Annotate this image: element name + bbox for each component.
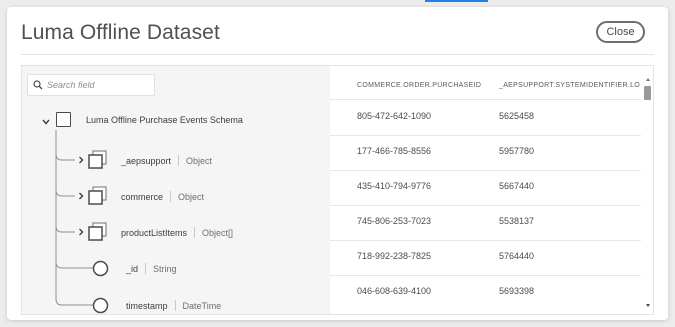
table-row: 435-410-794-9776 5667440	[330, 170, 641, 206]
close-button[interactable]: Close	[596, 21, 645, 43]
scroll-down-arrow-icon[interactable]	[646, 304, 650, 307]
field-name: commerce	[121, 191, 164, 202]
field-type: String	[153, 263, 177, 274]
table-row: 046-608-639-4100 5693398	[330, 275, 641, 310]
field-name: productListItems	[121, 227, 188, 238]
field-separator	[194, 227, 196, 238]
data-preview-table: COMMERCE.ORDER.PURCHASEID _AEPSUPPORT.SY…	[330, 66, 653, 314]
table-row: 177-466-785-8556 5957780	[330, 135, 641, 171]
field-type: Object	[186, 155, 213, 166]
field-type: Object	[178, 191, 205, 202]
chevron-down-icon[interactable]	[42, 118, 50, 126]
chevron-right-icon[interactable]	[78, 192, 84, 200]
field-name: _aepsupport	[121, 155, 172, 166]
field-name: timestamp	[126, 300, 168, 311]
systemidentifier-cell: 5764440	[499, 251, 535, 261]
table-row: 718-992-238-7825 5764440	[330, 240, 641, 276]
object-field-icon[interactable]	[88, 222, 107, 241]
primitive-field-icon[interactable]	[92, 260, 109, 277]
systemidentifier-cell: 5957780	[499, 146, 535, 156]
dialog-body: Luma Offline Purchase Events Schema _aep…	[21, 65, 654, 315]
purchaseid-cell: 745-806-253-7023	[357, 216, 432, 226]
field-type: Object[]	[202, 227, 234, 238]
field-separator	[145, 263, 147, 274]
purchaseid-cell: 177-466-785-8556	[357, 146, 432, 156]
systemidentifier-cell: 5625458	[499, 111, 535, 121]
purchaseid-cell: 718-992-238-7825	[357, 251, 432, 261]
field-separator	[178, 155, 180, 166]
vertical-scrollbar[interactable]	[642, 66, 653, 314]
scroll-up-arrow-icon[interactable]	[646, 78, 650, 81]
purchaseid-cell: 046-608-639-4100	[357, 286, 432, 296]
title-divider	[21, 54, 654, 55]
field-type: DateTime	[182, 300, 222, 311]
table-row: 745-806-253-7023 5538137	[330, 205, 641, 241]
field-separator	[170, 191, 172, 202]
scrollbar-thumb[interactable]	[644, 86, 651, 100]
field-row-timestamp[interactable]: timestamp DateTime	[126, 300, 221, 311]
object-field-icon[interactable]	[88, 150, 107, 169]
top-accent-bar	[425, 0, 488, 2]
systemidentifier-cell: 5693398	[499, 286, 535, 296]
systemidentifier-cell: 5667440	[499, 181, 535, 191]
dataset-preview-dialog: Luma Offline Dataset Close Search field …	[7, 7, 668, 320]
chevron-right-icon[interactable]	[78, 228, 84, 236]
purchaseid-cell: 435-410-794-9776	[357, 181, 432, 191]
schema-panel: Luma Offline Purchase Events Schema _aep…	[22, 66, 331, 314]
root-schema-label: Luma Offline Purchase Events Schema	[86, 115, 243, 125]
systemidentifier-cell: 5538137	[499, 216, 535, 226]
field-name: _id	[126, 263, 139, 274]
column-header-systemidentifier[interactable]: _AEPSUPPORT.SYSTEMIDENTIFIER.LO	[499, 82, 640, 89]
field-separator	[174, 300, 176, 311]
field-row-aepsupport[interactable]: _aepsupport Object	[121, 155, 212, 166]
field-row-commerce[interactable]: commerce Object	[121, 191, 204, 202]
field-row-productlistitems[interactable]: productListItems Object[]	[121, 227, 233, 238]
primitive-field-icon[interactable]	[92, 297, 109, 314]
column-header-purchaseid[interactable]: COMMERCE.ORDER.PURCHASEID	[357, 82, 481, 89]
purchaseid-cell: 805-472-642-1090	[357, 111, 432, 121]
root-node-checkbox[interactable]	[56, 112, 71, 127]
object-field-icon[interactable]	[88, 186, 107, 205]
chevron-right-icon[interactable]	[78, 156, 84, 164]
dialog-title: Luma Offline Dataset	[21, 21, 220, 44]
schema-tree: Luma Offline Purchase Events Schema _aep…	[22, 66, 330, 314]
field-row-id[interactable]: _id String	[126, 263, 177, 274]
table-row: 805-472-642-1090 5625458	[330, 99, 641, 136]
